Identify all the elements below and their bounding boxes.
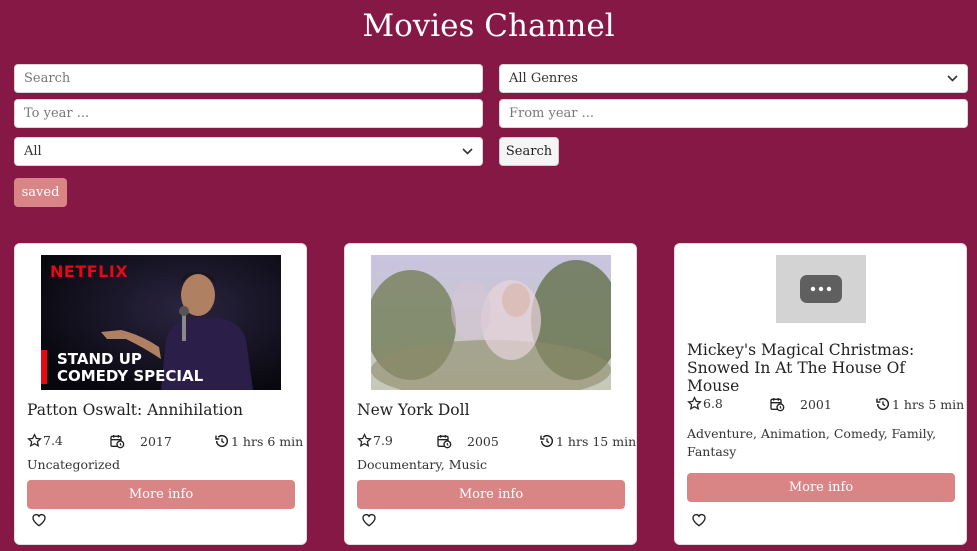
more-info-button[interactable]: More info [687,473,955,502]
type-select-value: All [24,144,42,159]
more-info-button[interactable]: More info [27,480,295,509]
year: 2017 [109,433,172,449]
year-value: 2005 [467,433,499,449]
duration-value: 1 hrs 5 min [892,396,965,412]
movie-card: New York Doll 7.9 2005 1 hrs 15 min Docu… [344,243,637,545]
rating-value: 7.9 [373,433,393,448]
history-icon [540,434,554,448]
calendar-clock-icon [770,398,785,412]
from-year-field[interactable] [499,99,968,128]
genre-select[interactable]: All Genres [499,64,968,93]
star-icon [357,433,372,448]
rating: 7.4 [27,433,63,448]
star-icon [687,396,702,411]
year-value: 2017 [140,433,172,449]
movie-poster[interactable] [371,255,611,390]
movie-card: Mickey's Magical Christmas: Snowed In At… [674,243,967,545]
movie-genres: Documentary, Music [357,457,487,472]
ellipsis-icon [800,275,842,303]
poster-caption: STAND UP COMEDY SPECIAL [57,351,203,385]
rating: 7.9 [357,433,393,448]
rating-value: 6.8 [703,396,723,411]
movie-genres: Adventure, Animation, Comedy, Family, Fa… [687,426,937,459]
movie-title: Patton Oswalt: Annihilation [27,401,243,419]
genre-select-value: All Genres [509,71,578,86]
calendar-clock-icon [110,435,125,449]
poster-caption-line1: STAND UP [57,350,142,368]
year: 2001 [769,396,832,412]
to-year-input[interactable] [24,100,473,127]
movie-meta: 7.4 2017 1 hrs 6 min [27,433,303,451]
star-icon [27,433,42,448]
type-select[interactable]: All [14,137,483,166]
to-year-field[interactable] [14,99,483,128]
search-input[interactable] [24,65,473,92]
chevron-down-icon [461,146,473,158]
page-title: Movies Channel [362,8,615,44]
movie-poster-placeholder[interactable] [776,255,866,323]
more-info-button[interactable]: More info [357,480,625,509]
movie-poster[interactable]: NETFLIX STAND UP COMEDY SPECIAL [41,255,281,390]
duration: 1 hrs 15 min [539,433,636,449]
movie-card: NETFLIX STAND UP COMEDY SPECIAL Patton O… [14,243,307,545]
chevron-down-icon [946,73,958,85]
movie-title: New York Doll [357,401,470,419]
history-icon [876,397,890,411]
rating-value: 7.4 [43,433,63,448]
calendar-clock-icon [437,435,452,449]
year-value: 2001 [800,396,832,412]
heart-icon[interactable] [361,512,377,528]
saved-button[interactable]: saved [14,178,67,207]
search-button[interactable]: Search [499,137,559,166]
netflix-logo: NETFLIX [50,262,129,281]
heart-icon[interactable] [691,512,707,528]
duration-value: 1 hrs 15 min [556,433,637,449]
from-year-input[interactable] [509,100,958,127]
duration-value: 1 hrs 6 min [231,433,304,449]
history-icon [215,434,229,448]
duration: 1 hrs 6 min [214,433,303,449]
heart-icon[interactable] [31,512,47,528]
year: 2005 [436,433,499,449]
rating: 6.8 [687,396,723,411]
movie-meta: 6.8 2001 1 hrs 5 min [687,396,964,414]
movie-title: Mickey's Magical Christmas: Snowed In At… [687,341,915,395]
movie-meta: 7.9 2005 1 hrs 15 min [357,433,636,451]
duration: 1 hrs 5 min [875,396,964,412]
poster-caption-line2: COMEDY SPECIAL [57,367,204,385]
movie-genres: Uncategorized [27,457,120,472]
search-field[interactable] [14,64,483,93]
